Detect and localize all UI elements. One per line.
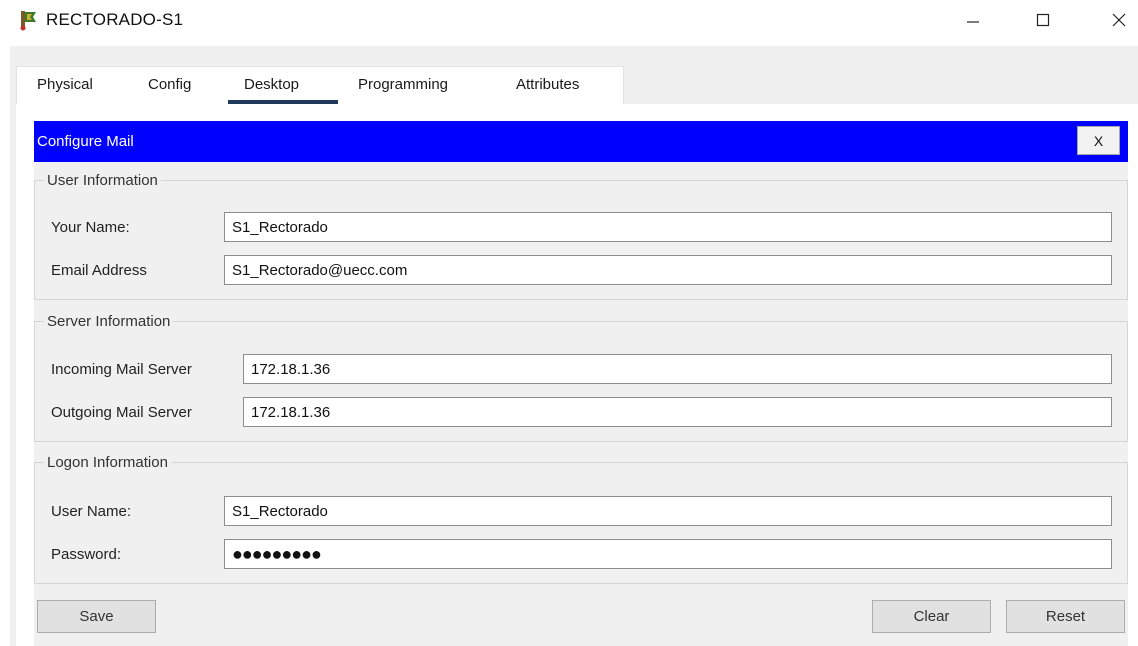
- clear-button[interactable]: Clear: [872, 600, 991, 633]
- server-info-legend: Server Information: [47, 313, 171, 330]
- close-window-button[interactable]: [1096, 0, 1138, 40]
- password-input[interactable]: [224, 539, 1112, 569]
- app-icon: [18, 9, 40, 31]
- logon-info-legend: Logon Information: [47, 454, 168, 471]
- minimize-icon: [967, 21, 979, 23]
- tab-attributes[interactable]: Attributes: [516, 76, 579, 93]
- maximize-button[interactable]: [1020, 0, 1066, 40]
- your-name-label: Your Name:: [51, 219, 130, 236]
- user-name-label: User Name:: [51, 503, 132, 520]
- user-info-legend: User Information: [47, 172, 158, 189]
- outgoing-server-label: Outgoing Mail Server: [51, 404, 192, 421]
- incoming-server-label: Incoming Mail Server: [51, 361, 192, 378]
- password-label: Password:: [51, 546, 122, 563]
- save-button[interactable]: Save: [37, 600, 156, 633]
- email-address-label: Email Address: [51, 262, 147, 279]
- email-address-input[interactable]: [224, 255, 1112, 285]
- tab-physical[interactable]: Physical: [37, 76, 93, 93]
- close-icon: [1112, 13, 1126, 27]
- window-title: RECTORADO-S1: [46, 10, 184, 29]
- reset-button[interactable]: Reset: [1006, 600, 1125, 633]
- outgoing-server-input[interactable]: [243, 397, 1112, 427]
- your-name-input[interactable]: [224, 212, 1112, 242]
- incoming-server-input[interactable]: [243, 354, 1112, 384]
- user-name-input[interactable]: [224, 496, 1112, 526]
- tab-programming[interactable]: Programming: [358, 76, 448, 93]
- title-bar: RECTORADO-S1: [0, 0, 1138, 40]
- tab-desktop[interactable]: Desktop: [244, 76, 299, 93]
- dialog-close-button[interactable]: X: [1077, 126, 1120, 155]
- tab-config[interactable]: Config: [148, 76, 191, 93]
- minimize-button[interactable]: [950, 0, 996, 40]
- dialog-header: [34, 121, 1128, 162]
- dialog-title: Configure Mail: [37, 133, 134, 150]
- selected-tab-indicator: [228, 100, 338, 104]
- maximize-icon: [1036, 13, 1050, 27]
